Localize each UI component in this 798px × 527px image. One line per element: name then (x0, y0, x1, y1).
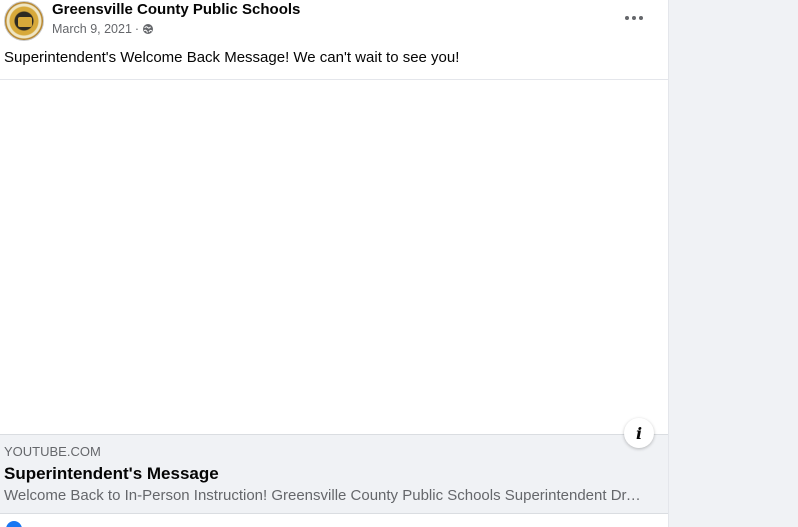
page-name-link[interactable]: Greensville County Public Schools (52, 1, 300, 18)
reaction-icon (6, 521, 22, 527)
info-button[interactable]: i (624, 418, 654, 448)
post-meta: March 9, 2021 · (52, 22, 154, 36)
link-preview-card[interactable]: YOUTUBE.COM Superintendent's Message Wel… (0, 434, 668, 514)
right-gutter (668, 0, 798, 527)
post-message: Superintendent's Welcome Back Message! W… (4, 49, 460, 66)
link-domain: YOUTUBE.COM (4, 444, 101, 459)
page-avatar[interactable] (4, 1, 44, 41)
link-description: Welcome Back to In-Person Instruction! G… (4, 487, 644, 504)
post-date[interactable]: March 9, 2021 (52, 22, 132, 36)
post-card: Greensville County Public Schools March … (0, 0, 668, 527)
page: Greensville County Public Schools March … (0, 0, 798, 527)
post-header: Greensville County Public Schools March … (0, 0, 668, 44)
info-icon: i (635, 423, 643, 443)
more-options-icon (625, 16, 643, 20)
more-options-button[interactable] (618, 4, 650, 32)
video-preview[interactable] (0, 79, 668, 434)
meta-separator: · (134, 22, 140, 36)
book-emblem-icon (18, 17, 32, 27)
link-title[interactable]: Superintendent's Message (4, 464, 219, 484)
globe-icon[interactable] (142, 23, 154, 35)
